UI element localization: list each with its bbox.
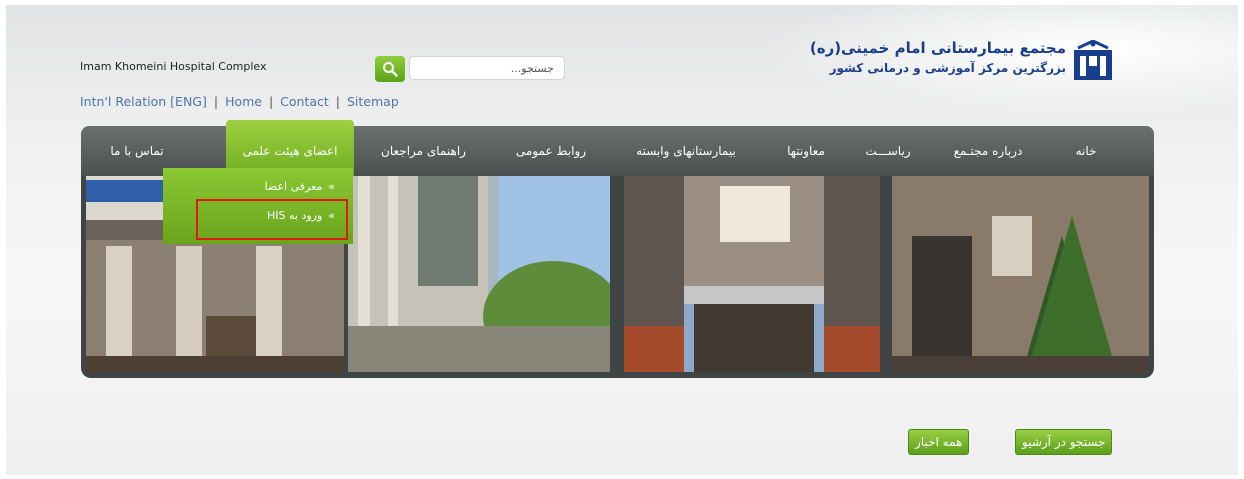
logo[interactable]: مجتمع بیمارستانی امام خمینی(ره) بزرگترین…	[810, 34, 1114, 86]
logo-title: مجتمع بیمارستانی امام خمینی(ره)	[809, 39, 1066, 57]
intl-relation-link[interactable]: Intn'l Relation [ENG]	[80, 94, 207, 109]
logo-subtitle: بزرگترین مرکز آموزشی و درمانی کشور	[829, 61, 1066, 75]
nav-item-deputies[interactable]: معاونتها	[771, 126, 841, 176]
hospital-logo-icon	[1074, 40, 1112, 80]
highlight-box	[196, 199, 348, 240]
archive-search-button[interactable]: جستجو در آرشیو	[1015, 429, 1113, 455]
link-separator: |	[335, 94, 341, 109]
sitemap-link[interactable]: Sitemap	[347, 94, 399, 109]
site-title: Imam Khomeini Hospital Complex	[80, 60, 267, 73]
nav-item-visitor-guide[interactable]: راهنمای مراجعان	[366, 126, 481, 176]
slider-photo-4[interactable]	[892, 176, 1149, 372]
all-news-button[interactable]: همه اخبار	[908, 429, 970, 455]
nav-item-presidency[interactable]: ریاســـت	[853, 126, 923, 176]
link-separator: |	[268, 94, 274, 109]
slider-photo-2[interactable]	[348, 176, 610, 372]
double-chevron-icon: »	[328, 180, 335, 193]
home-link[interactable]: Home	[225, 94, 262, 109]
nav-item-public-relations[interactable]: روابط عمومی	[496, 126, 606, 176]
link-separator: |	[213, 94, 219, 109]
slider-photo-3[interactable]	[624, 176, 880, 372]
nav-item-home[interactable]: خانه	[1056, 126, 1116, 176]
dropdown-item-members[interactable]: » معرفی اعضا	[265, 180, 335, 193]
top-links: Intn'l Relation [ENG] | Home | Contact |…	[80, 94, 399, 109]
nav-item-affiliated-hospitals[interactable]: بیمارستانهای وابسته	[621, 126, 751, 176]
contact-link[interactable]: Contact	[280, 94, 329, 109]
dropdown-item-label: معرفی اعضا	[264, 180, 323, 193]
search-button[interactable]	[375, 56, 405, 82]
search-input[interactable]: جستجو...	[409, 56, 565, 80]
nav-item-about[interactable]: درباره مجتـمع	[933, 126, 1043, 176]
search-icon	[383, 62, 398, 77]
